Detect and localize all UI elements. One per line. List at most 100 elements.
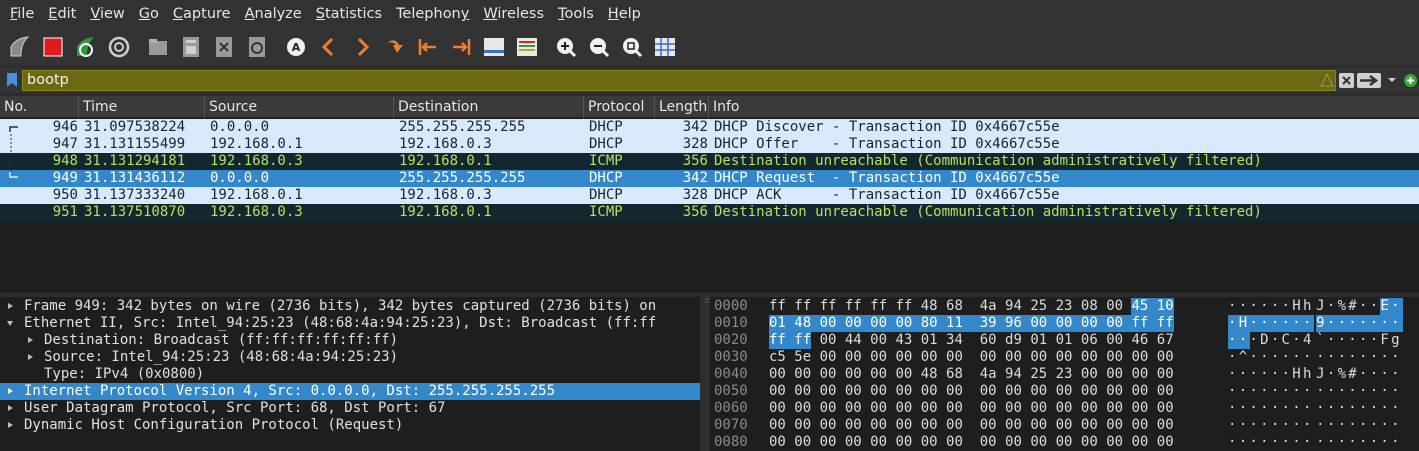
detail-tree-item[interactable]: Frame 949: 342 bytes on wire (2736 bits)… (0, 298, 700, 315)
ascii-char[interactable]: · (1292, 434, 1300, 451)
ascii-char[interactable]: · (1228, 366, 1236, 383)
hex-byte[interactable]: 00 (1106, 298, 1123, 315)
ascii-char[interactable]: · (1359, 400, 1367, 417)
hex-byte[interactable]: 00 (769, 383, 786, 400)
ascii-char[interactable]: · (1271, 383, 1279, 400)
column-header-time[interactable]: Time (79, 96, 205, 118)
packet-row[interactable]: 947 31.131155499 192.168.0.1 192.168.0.3 DHC… (0, 136, 1419, 153)
menu-statistics[interactable]: Statistics (309, 0, 389, 29)
ascii-char[interactable]: · (1380, 400, 1388, 417)
hex-byte[interactable]: 00 (1056, 383, 1073, 400)
ascii-char[interactable]: · (1391, 315, 1403, 332)
packet-row[interactable]: 950 31.137333240 192.168.0.1 192.168.0.3 DHC… (0, 187, 1419, 204)
shark-fin-start-icon[interactable] (5, 32, 35, 62)
hex-byte[interactable]: 44 (845, 332, 862, 349)
packet-row[interactable]: 948 31.131294181 192.168.0.3 192.168.0.1 ICM… (0, 153, 1419, 170)
collapsed-arrow-icon[interactable] (8, 303, 13, 309)
ascii-char[interactable]: · (1370, 383, 1378, 400)
hex-byte[interactable]: 00 (1081, 434, 1098, 451)
hex-byte[interactable]: ff (794, 332, 812, 349)
hex-byte[interactable]: 00 (845, 417, 862, 434)
hex-byte[interactable]: ff (1131, 315, 1157, 332)
hex-byte[interactable]: 00 (769, 366, 786, 383)
ascii-char[interactable]: · (1391, 400, 1399, 417)
hex-byte[interactable]: 00 (845, 400, 862, 417)
hex-byte[interactable]: 00 (769, 417, 786, 434)
ascii-char[interactable]: · (1260, 349, 1268, 366)
ascii-char[interactable]: · (1239, 400, 1247, 417)
ascii-char[interactable]: · (1228, 349, 1236, 366)
ascii-char[interactable]: · (1271, 332, 1279, 349)
ascii-char[interactable]: J (1316, 366, 1324, 383)
ascii-char[interactable]: · (1338, 417, 1346, 434)
ascii-char[interactable]: · (1303, 383, 1311, 400)
go-to-packet-icon[interactable] (380, 32, 410, 62)
hex-byte[interactable]: 00 (895, 400, 912, 417)
hex-byte[interactable]: 4a (980, 298, 997, 315)
menu-tools[interactable]: Tools (551, 0, 601, 29)
ascii-char[interactable]: · (1271, 366, 1279, 383)
hex-byte[interactable]: 00 (980, 417, 997, 434)
hex-byte[interactable]: 00 (1106, 315, 1132, 332)
find-packet-icon[interactable]: A (281, 32, 311, 62)
ascii-char[interactable]: · (1249, 366, 1257, 383)
ascii-char[interactable]: · (1316, 400, 1324, 417)
ascii-char[interactable]: · (1239, 298, 1247, 315)
ascii-char[interactable]: · (1239, 434, 1247, 451)
hex-byte[interactable]: 25 (1030, 366, 1047, 383)
hex-byte[interactable]: 00 (895, 366, 912, 383)
column-header-protocol[interactable]: Protocol (584, 96, 655, 118)
hex-byte[interactable]: 00 (1106, 434, 1123, 451)
ascii-char[interactable]: ^ (1239, 349, 1247, 366)
ascii-char[interactable]: · (1327, 349, 1335, 366)
hex-byte[interactable]: ff (1156, 315, 1174, 332)
menu-view[interactable]: View (83, 0, 131, 29)
ascii-char[interactable]: · (1303, 400, 1311, 417)
hex-byte[interactable]: 00 (895, 434, 912, 451)
ascii-char[interactable]: · (1391, 434, 1399, 451)
column-header-length[interactable]: Length (655, 96, 709, 118)
hex-byte[interactable]: 00 (946, 383, 963, 400)
ascii-char[interactable]: · (1271, 400, 1279, 417)
ascii-char[interactable]: · (1370, 366, 1378, 383)
capture-options-icon[interactable] (104, 32, 134, 62)
detail-tree-item[interactable]: Internet Protocol Version 4, Src: 0.0.0.… (0, 383, 700, 400)
hex-byte[interactable]: 00 (870, 315, 896, 332)
display-filter-input[interactable]: bootp (22, 70, 1336, 91)
menu-file[interactable]: File (3, 0, 41, 29)
ascii-char[interactable]: · (1359, 298, 1367, 315)
ascii-char[interactable]: · (1391, 417, 1399, 434)
hex-byte[interactable]: 4a (980, 366, 997, 383)
ascii-char[interactable]: · (1271, 349, 1279, 366)
ascii-char[interactable]: · (1370, 298, 1378, 315)
hex-byte[interactable]: 00 (845, 383, 862, 400)
ascii-char[interactable]: 4 (1303, 332, 1311, 349)
ascii-char[interactable]: · (1249, 383, 1257, 400)
hex-byte[interactable]: 00 (946, 417, 963, 434)
ascii-char[interactable]: · (1282, 400, 1290, 417)
column-header-source[interactable]: Source (205, 96, 394, 118)
hex-byte[interactable]: 00 (769, 400, 786, 417)
ascii-char[interactable]: · (1370, 400, 1378, 417)
collapsed-arrow-icon[interactable] (28, 354, 33, 360)
hex-byte[interactable]: 00 (1056, 400, 1073, 417)
hex-byte[interactable]: 00 (870, 332, 887, 349)
hex-byte[interactable]: 00 (980, 349, 997, 366)
ascii-char[interactable]: · (1327, 417, 1335, 434)
hex-byte[interactable]: 68 (946, 298, 963, 315)
hex-byte[interactable]: 00 (1106, 400, 1123, 417)
hex-byte[interactable]: 00 (1106, 417, 1123, 434)
ascii-char[interactable]: · (1391, 349, 1399, 366)
hex-byte[interactable]: 00 (1131, 349, 1148, 366)
packet-row[interactable]: 951 31.137510870 192.168.0.3 192.168.0.1 ICM… (0, 204, 1419, 221)
ascii-char[interactable]: · (1281, 315, 1293, 332)
hex-byte[interactable]: ff (870, 298, 887, 315)
ascii-char[interactable]: · (1228, 400, 1236, 417)
ascii-char[interactable]: · (1271, 434, 1279, 451)
ascii-char[interactable]: · (1303, 417, 1311, 434)
ascii-char[interactable]: · (1316, 434, 1324, 451)
ascii-char[interactable]: · (1348, 400, 1356, 417)
hex-byte[interactable]: ff (820, 298, 837, 315)
add-filter-button-icon[interactable] (1403, 73, 1418, 88)
hex-byte[interactable]: 00 (1081, 383, 1098, 400)
